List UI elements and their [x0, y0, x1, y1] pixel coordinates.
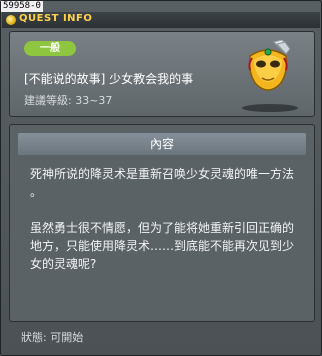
title-bar[interactable]: QUEST INFO: [2, 12, 320, 28]
quest-info-icon: [6, 15, 16, 25]
quest-name: [不能说的故事] 少女教会我的事: [24, 72, 194, 86]
quest-category-badge: 一般: [24, 41, 76, 56]
quest-summary-panel: 一般 [不能说的故事] 少女教会我的事 建議等級: 33~37: [9, 31, 315, 117]
recommended-level: 建議等級: 33~37: [24, 94, 113, 107]
quest-status: 狀態: 可開始: [21, 331, 84, 344]
window-title: QUEST INFO: [19, 13, 93, 24]
quest-info-window: 59958-0 QUEST INFO 一般 [不能说的故事] 少女教会我的事 建…: [0, 0, 322, 356]
description-header: 內容: [18, 133, 306, 155]
mask-shadow: [242, 104, 298, 112]
theater-mask-icon: [248, 40, 291, 91]
quest-id-tag: 59958-0: [1, 1, 43, 12]
quest-description-panel: 內容 死神所说的降灵术是重新召唤少女灵魂的唯一方法 。 虽然勇士很不情愿，但为了…: [9, 124, 315, 322]
description-text: 死神所说的降灵术是重新召唤少女灵魂的唯一方法 。 虽然勇士很不情愿，但为了能将她…: [30, 167, 295, 271]
